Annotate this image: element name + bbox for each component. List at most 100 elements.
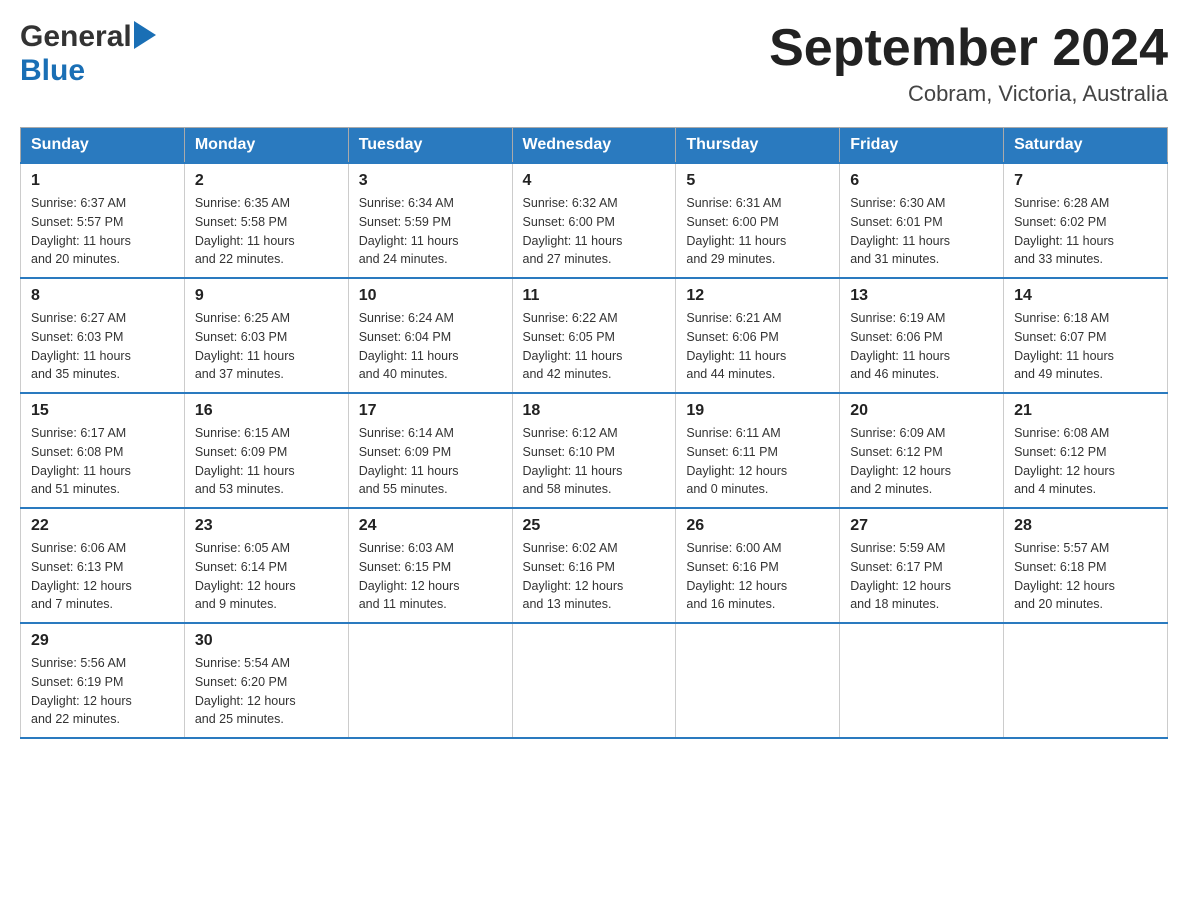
day-info: Sunrise: 6:32 AM Sunset: 6:00 PM Dayligh… (523, 194, 666, 269)
day-number: 24 (359, 517, 502, 535)
logo-chevron-icon (134, 21, 156, 54)
day-info: Sunrise: 6:00 AM Sunset: 6:16 PM Dayligh… (686, 539, 829, 614)
calendar-cell: 23 Sunrise: 6:05 AM Sunset: 6:14 PM Dayl… (184, 508, 348, 623)
logo-blue-text: Blue (20, 54, 85, 87)
calendar-cell: 16 Sunrise: 6:15 AM Sunset: 6:09 PM Dayl… (184, 393, 348, 508)
day-number: 13 (850, 287, 993, 305)
day-number: 11 (523, 287, 666, 305)
day-number: 17 (359, 402, 502, 420)
title-section: September 2024 Cobram, Victoria, Austral… (769, 20, 1168, 107)
calendar-cell (348, 623, 512, 738)
day-info: Sunrise: 5:54 AM Sunset: 6:20 PM Dayligh… (195, 654, 338, 729)
calendar-cell: 24 Sunrise: 6:03 AM Sunset: 6:15 PM Dayl… (348, 508, 512, 623)
calendar-cell: 3 Sunrise: 6:34 AM Sunset: 5:59 PM Dayli… (348, 163, 512, 278)
calendar-cell: 22 Sunrise: 6:06 AM Sunset: 6:13 PM Dayl… (21, 508, 185, 623)
day-number: 3 (359, 172, 502, 190)
day-number: 25 (523, 517, 666, 535)
day-number: 29 (31, 632, 174, 650)
day-number: 18 (523, 402, 666, 420)
calendar-cell: 29 Sunrise: 5:56 AM Sunset: 6:19 PM Dayl… (21, 623, 185, 738)
calendar-cell: 5 Sunrise: 6:31 AM Sunset: 6:00 PM Dayli… (676, 163, 840, 278)
calendar-cell: 17 Sunrise: 6:14 AM Sunset: 6:09 PM Dayl… (348, 393, 512, 508)
calendar-cell: 9 Sunrise: 6:25 AM Sunset: 6:03 PM Dayli… (184, 278, 348, 393)
logo-general-text: General (20, 20, 132, 54)
day-number: 14 (1014, 287, 1157, 305)
logo-row: General (20, 20, 156, 54)
day-number: 8 (31, 287, 174, 305)
day-info: Sunrise: 6:05 AM Sunset: 6:14 PM Dayligh… (195, 539, 338, 614)
calendar-cell: 10 Sunrise: 6:24 AM Sunset: 6:04 PM Dayl… (348, 278, 512, 393)
day-info: Sunrise: 5:59 AM Sunset: 6:17 PM Dayligh… (850, 539, 993, 614)
day-number: 22 (31, 517, 174, 535)
day-info: Sunrise: 6:27 AM Sunset: 6:03 PM Dayligh… (31, 309, 174, 384)
day-number: 23 (195, 517, 338, 535)
day-info: Sunrise: 6:11 AM Sunset: 6:11 PM Dayligh… (686, 424, 829, 499)
calendar-table: SundayMondayTuesdayWednesdayThursdayFrid… (20, 127, 1168, 739)
day-info: Sunrise: 6:34 AM Sunset: 5:59 PM Dayligh… (359, 194, 502, 269)
calendar-week-row: 15 Sunrise: 6:17 AM Sunset: 6:08 PM Dayl… (21, 393, 1168, 508)
day-number: 2 (195, 172, 338, 190)
calendar-cell: 25 Sunrise: 6:02 AM Sunset: 6:16 PM Dayl… (512, 508, 676, 623)
calendar-cell: 27 Sunrise: 5:59 AM Sunset: 6:17 PM Dayl… (840, 508, 1004, 623)
day-info: Sunrise: 6:15 AM Sunset: 6:09 PM Dayligh… (195, 424, 338, 499)
day-info: Sunrise: 6:12 AM Sunset: 6:10 PM Dayligh… (523, 424, 666, 499)
col-header-friday: Friday (840, 128, 1004, 164)
day-number: 5 (686, 172, 829, 190)
calendar-cell: 21 Sunrise: 6:08 AM Sunset: 6:12 PM Dayl… (1004, 393, 1168, 508)
calendar-cell: 26 Sunrise: 6:00 AM Sunset: 6:16 PM Dayl… (676, 508, 840, 623)
subtitle: Cobram, Victoria, Australia (769, 81, 1168, 107)
day-number: 6 (850, 172, 993, 190)
day-number: 15 (31, 402, 174, 420)
calendar-cell: 4 Sunrise: 6:32 AM Sunset: 6:00 PM Dayli… (512, 163, 676, 278)
day-info: Sunrise: 6:21 AM Sunset: 6:06 PM Dayligh… (686, 309, 829, 384)
day-info: Sunrise: 6:30 AM Sunset: 6:01 PM Dayligh… (850, 194, 993, 269)
day-number: 12 (686, 287, 829, 305)
calendar-cell: 14 Sunrise: 6:18 AM Sunset: 6:07 PM Dayl… (1004, 278, 1168, 393)
day-number: 16 (195, 402, 338, 420)
day-info: Sunrise: 5:56 AM Sunset: 6:19 PM Dayligh… (31, 654, 174, 729)
calendar-cell (512, 623, 676, 738)
col-header-tuesday: Tuesday (348, 128, 512, 164)
day-info: Sunrise: 6:37 AM Sunset: 5:57 PM Dayligh… (31, 194, 174, 269)
calendar-cell: 15 Sunrise: 6:17 AM Sunset: 6:08 PM Dayl… (21, 393, 185, 508)
day-info: Sunrise: 6:24 AM Sunset: 6:04 PM Dayligh… (359, 309, 502, 384)
day-info: Sunrise: 6:14 AM Sunset: 6:09 PM Dayligh… (359, 424, 502, 499)
day-info: Sunrise: 6:09 AM Sunset: 6:12 PM Dayligh… (850, 424, 993, 499)
day-info: Sunrise: 6:03 AM Sunset: 6:15 PM Dayligh… (359, 539, 502, 614)
day-info: Sunrise: 6:31 AM Sunset: 6:00 PM Dayligh… (686, 194, 829, 269)
calendar-week-row: 29 Sunrise: 5:56 AM Sunset: 6:19 PM Dayl… (21, 623, 1168, 738)
day-info: Sunrise: 6:06 AM Sunset: 6:13 PM Dayligh… (31, 539, 174, 614)
logo: General Blue (20, 20, 156, 88)
day-number: 10 (359, 287, 502, 305)
day-number: 26 (686, 517, 829, 535)
col-header-saturday: Saturday (1004, 128, 1168, 164)
calendar-cell: 12 Sunrise: 6:21 AM Sunset: 6:06 PM Dayl… (676, 278, 840, 393)
day-info: Sunrise: 6:18 AM Sunset: 6:07 PM Dayligh… (1014, 309, 1157, 384)
calendar-cell: 8 Sunrise: 6:27 AM Sunset: 6:03 PM Dayli… (21, 278, 185, 393)
day-info: Sunrise: 6:19 AM Sunset: 6:06 PM Dayligh… (850, 309, 993, 384)
calendar-cell: 18 Sunrise: 6:12 AM Sunset: 6:10 PM Dayl… (512, 393, 676, 508)
main-title: September 2024 (769, 20, 1168, 77)
day-number: 27 (850, 517, 993, 535)
day-info: Sunrise: 6:08 AM Sunset: 6:12 PM Dayligh… (1014, 424, 1157, 499)
day-number: 30 (195, 632, 338, 650)
calendar-header-row: SundayMondayTuesdayWednesdayThursdayFrid… (21, 128, 1168, 164)
calendar-week-row: 8 Sunrise: 6:27 AM Sunset: 6:03 PM Dayli… (21, 278, 1168, 393)
calendar-cell: 1 Sunrise: 6:37 AM Sunset: 5:57 PM Dayli… (21, 163, 185, 278)
calendar-cell: 28 Sunrise: 5:57 AM Sunset: 6:18 PM Dayl… (1004, 508, 1168, 623)
calendar-cell: 7 Sunrise: 6:28 AM Sunset: 6:02 PM Dayli… (1004, 163, 1168, 278)
calendar-cell: 11 Sunrise: 6:22 AM Sunset: 6:05 PM Dayl… (512, 278, 676, 393)
day-number: 28 (1014, 517, 1157, 535)
calendar-cell: 20 Sunrise: 6:09 AM Sunset: 6:12 PM Dayl… (840, 393, 1004, 508)
day-info: Sunrise: 6:02 AM Sunset: 6:16 PM Dayligh… (523, 539, 666, 614)
calendar-cell (676, 623, 840, 738)
day-info: Sunrise: 6:35 AM Sunset: 5:58 PM Dayligh… (195, 194, 338, 269)
calendar-cell (1004, 623, 1168, 738)
calendar-week-row: 22 Sunrise: 6:06 AM Sunset: 6:13 PM Dayl… (21, 508, 1168, 623)
calendar-cell: 6 Sunrise: 6:30 AM Sunset: 6:01 PM Dayli… (840, 163, 1004, 278)
day-number: 20 (850, 402, 993, 420)
day-number: 21 (1014, 402, 1157, 420)
logo-blue-row: Blue (20, 54, 156, 88)
col-header-thursday: Thursday (676, 128, 840, 164)
col-header-sunday: Sunday (21, 128, 185, 164)
